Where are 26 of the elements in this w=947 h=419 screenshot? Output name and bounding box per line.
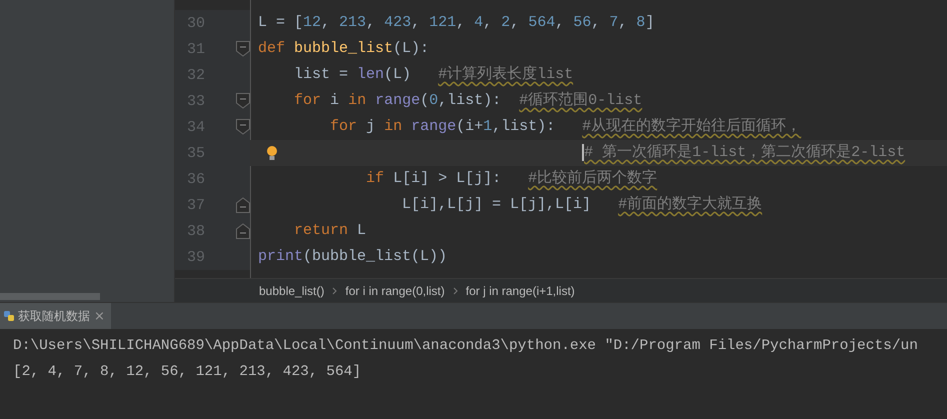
lightbulb-icon[interactable] [266, 145, 278, 161]
code-line: print(bubble_list(L)) [258, 247, 448, 267]
code-line: def bubble_list(L): [258, 39, 430, 59]
python-icon [4, 311, 14, 321]
fold-icon[interactable] [236, 41, 250, 57]
console-output-line: [2, 4, 7, 8, 12, 56, 121, 213, 423, 564] [13, 363, 362, 382]
fold-icon[interactable] [236, 223, 250, 239]
fold-icon[interactable] [236, 197, 250, 213]
chevron-icon [332, 286, 338, 294]
scrollbar[interactable] [0, 293, 100, 300]
code-line: # 第一次循环是1-list，第二次循环是2-list [582, 143, 906, 163]
breadcrumb-item[interactable]: for j in range(i+1,list) [466, 284, 575, 298]
code-line: L[i],L[j] = L[j],L[i] #前面的数字大就互换 [402, 194, 762, 215]
fold-icon[interactable] [236, 119, 250, 135]
code-line: L = [12, 213, 423, 121, 4, 2, 564, 56, 7, 8] [258, 13, 654, 33]
code-line: list = len(L) #计算列表长度list [294, 64, 574, 85]
breadcrumb-item[interactable]: for i in range(0,list) [345, 284, 445, 298]
code-line: return L [294, 221, 366, 241]
breadcrumb-item[interactable]: bubble_list() [259, 284, 324, 298]
code-line: for j in range(i+1,list): #从现在的数字开始往后面循环， [330, 116, 802, 137]
console-output-line: D:\Users\SHILICHANG689\AppData\Local\Continuum\anaconda3\python.exe "D:/Program Files/PycharmProjects/un [13, 337, 919, 356]
code-line: for i in range(0,list): #循环范围0-list [294, 90, 642, 111]
code-line: if L[i] > L[j]: #比较前后两个数字 [366, 168, 658, 189]
fold-icon[interactable] [236, 93, 250, 109]
run-tab[interactable]: 获取随机数据 × [0, 303, 111, 329]
chevron-icon [452, 286, 458, 294]
